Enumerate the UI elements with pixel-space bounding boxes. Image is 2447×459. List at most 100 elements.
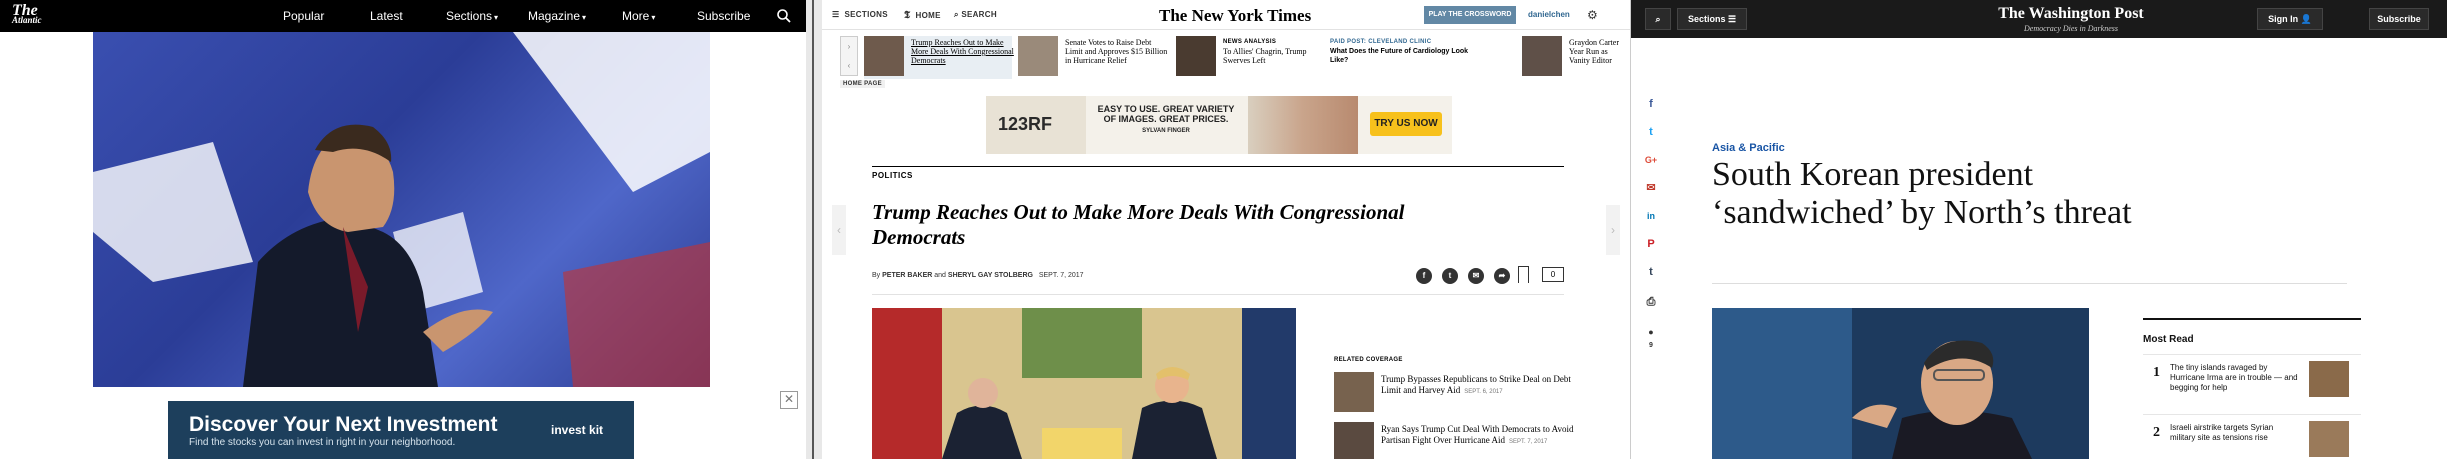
- share-icon[interactable]: ➦: [1494, 268, 1510, 284]
- bookmark-icon[interactable]: [1518, 266, 1529, 283]
- crossword-button[interactable]: PLAY THE CROSSWORD: [1424, 6, 1516, 24]
- strip-story[interactable]: Senate Votes to Raise Debt Limit and App…: [1018, 36, 1170, 79]
- most-read-thumbnail: [2309, 421, 2349, 457]
- home-button[interactable]: 𝕿 HOME: [904, 10, 941, 21]
- home-page-label[interactable]: HOME PAGE: [840, 80, 885, 88]
- byline: By PETER BAKER and SHERYL GAY STOLBERG S…: [872, 272, 1084, 279]
- related-thumbnail: [1334, 372, 1374, 412]
- related-headline: Ryan Says Trump Cut Deal With Democrats …: [1381, 424, 1574, 445]
- nav-magazine[interactable]: Magazine ▾: [528, 9, 586, 23]
- pinterest-icon[interactable]: P: [1643, 236, 1659, 252]
- strip-story[interactable]: NEWS ANALYSIS To Allies' Chagrin, Trump S…: [1176, 36, 1328, 79]
- panel-divider-line: [812, 0, 814, 459]
- ad-title: Discover Your Next Investment: [189, 413, 498, 436]
- chevron-left-icon[interactable]: ‹: [841, 56, 857, 75]
- story-strip-arrows[interactable]: › ‹: [840, 36, 858, 76]
- search-button[interactable]: ⌕ SEARCH: [954, 10, 997, 20]
- ad-subtitle: Find the stocks you can invest in right …: [189, 437, 456, 448]
- print-icon[interactable]: ⎙: [1643, 294, 1659, 310]
- story-headline: Senate Votes to Raise Debt Limit and App…: [1065, 38, 1168, 65]
- menu-icon: ☰: [1727, 14, 1737, 24]
- section-label[interactable]: POLITICS: [872, 171, 913, 180]
- search-icon: ⌕: [954, 10, 959, 19]
- story-thumbnail: [864, 36, 904, 76]
- related-item[interactable]: Ryan Says Trump Cut Deal With Democrats …: [1334, 422, 1574, 459]
- related-thumbnail: [1334, 422, 1374, 459]
- screenshot-composite: The Atlantic Popular Latest Sections ▾ Mag…: [0, 0, 2447, 459]
- twitter-icon[interactable]: t: [1442, 268, 1458, 284]
- strip-story[interactable]: PAID POST: CLEVELAND CLINIC What Does the…: [1330, 36, 1482, 79]
- story-thumbnail: [1018, 36, 1058, 76]
- gear-icon[interactable]: ⚙: [1587, 8, 1598, 22]
- chevron-left-icon[interactable]: ‹: [832, 205, 846, 255]
- rank-number: 2: [2153, 425, 2160, 440]
- ad-banner: Discover Your Next Investment Find the s…: [0, 387, 806, 459]
- story-thumbnail: [1522, 36, 1562, 76]
- strip-story[interactable]: Trump Reaches Out to Make More Deals Wit…: [864, 36, 1014, 79]
- ad-cta-button[interactable]: TRY US NOW: [1370, 112, 1442, 136]
- related-headline: Trump Bypasses Republicans to Strike Dea…: [1381, 374, 1571, 395]
- nav-subscribe[interactable]: Subscribe: [697, 9, 750, 23]
- sections-button[interactable]: Sections ☰: [1677, 8, 1747, 30]
- menu-icon: ☰: [832, 10, 840, 19]
- comments-button[interactable]: 0: [1542, 267, 1564, 282]
- article-headline: Trump Reaches Out to Make More Deals Wit…: [872, 200, 1405, 249]
- wapo-tagline: Democracy Dies in Darkness: [2024, 24, 2118, 33]
- section-kicker[interactable]: Asia & Pacific: [1712, 142, 1785, 154]
- user-icon: 👤: [2300, 14, 2312, 24]
- story-headline: Graydon Carter Year Run as Vanity Editor: [1569, 38, 1619, 65]
- home-icon: 𝕿: [904, 10, 911, 21]
- most-read-headline: The tiny islands ravaged by Hurricane Ir…: [2170, 363, 2298, 392]
- facebook-icon[interactable]: f: [1643, 96, 1659, 112]
- chevron-right-icon[interactable]: ›: [841, 37, 857, 56]
- close-icon[interactable]: ✕: [780, 391, 798, 409]
- atlantic-page: The Atlantic Popular Latest Sections ▾ Mag…: [0, 0, 806, 459]
- article-photo: [1712, 308, 2089, 459]
- article-headline: South Korean president ‘sandwiched’ by N…: [1712, 156, 2132, 231]
- search-icon[interactable]: [776, 8, 792, 24]
- nyt-ad-banner[interactable]: 123RF EASY TO USE. GREAT VARIETY OF IMAG…: [986, 96, 1452, 154]
- tumblr-icon[interactable]: t: [1643, 264, 1659, 280]
- signin-button[interactable]: Sign In 👤: [2257, 8, 2323, 30]
- headline-rule: [1712, 283, 2347, 284]
- most-read-item[interactable]: 1 The tiny islands ravaged by Hurricane …: [2143, 354, 2361, 402]
- nav-latest[interactable]: Latest: [370, 9, 403, 23]
- ad-copy: EASY TO USE. GREAT VARIETY OF IMAGES. GR…: [1097, 104, 1235, 134]
- facebook-icon[interactable]: f: [1416, 268, 1432, 284]
- chevron-right-icon[interactable]: ›: [1606, 205, 1620, 255]
- atlantic-logo[interactable]: The Atlantic: [12, 3, 42, 25]
- chevron-down-icon: ▾: [494, 13, 499, 22]
- nyt-masthead[interactable]: The New York Times: [1159, 6, 1311, 26]
- article-photo: [872, 308, 1296, 459]
- most-read-thumbnail: [2309, 361, 2349, 397]
- linkedin-icon[interactable]: in: [1643, 208, 1659, 224]
- subscribe-button[interactable]: Subscribe: [2369, 8, 2429, 30]
- ad-creative[interactable]: Discover Your Next Investment Find the s…: [168, 401, 634, 459]
- ad-brand: invest kit: [551, 423, 604, 437]
- atlantic-navbar: The Atlantic Popular Latest Sections ▾ Mag…: [0, 0, 806, 32]
- story-headline: NEWS ANALYSIS To Allies' Chagrin, Trump S…: [1223, 39, 1307, 65]
- nav-more[interactable]: More ▾: [622, 9, 655, 23]
- ad-image: [1248, 96, 1358, 154]
- google-plus-icon[interactable]: G+: [1643, 152, 1659, 168]
- wapo-logo[interactable]: The Washington Post: [1971, 5, 2171, 23]
- sections-button[interactable]: ☰ SECTIONS: [832, 10, 888, 19]
- story-headline: Trump Reaches Out to Make More Deals Wit…: [911, 38, 1014, 65]
- search-icon[interactable]: ⌕: [1645, 8, 1671, 30]
- strip-story[interactable]: Graydon Carter Year Run as Vanity Editor: [1522, 36, 1630, 79]
- hero-photo: [93, 32, 710, 387]
- story-headline: PAID POST: CLEVELAND CLINIC What Does the…: [1330, 39, 1469, 64]
- most-read-item[interactable]: 2 Israeli airstrike targets Syrian milit…: [2143, 414, 2361, 459]
- email-icon[interactable]: ✉: [1643, 180, 1659, 196]
- nyt-page: ☰ SECTIONS 𝕿 HOME ⌕ SEARCH The New York …: [822, 0, 1630, 459]
- nav-popular[interactable]: Popular: [283, 9, 324, 23]
- byline-rule: [872, 294, 1564, 295]
- user-menu[interactable]: danielchen: [1528, 10, 1570, 19]
- email-icon[interactable]: ✉: [1468, 268, 1484, 284]
- rank-number: 1: [2153, 365, 2160, 380]
- twitter-icon[interactable]: t: [1643, 124, 1659, 140]
- nav-sections[interactable]: Sections ▾: [446, 9, 498, 23]
- share-rail: f t G+ ✉ in P t ⎙ ● 9: [1631, 88, 1671, 388]
- related-item[interactable]: Trump Bypasses Republicans to Strike Dea…: [1334, 372, 1574, 412]
- story-thumbnail: [1176, 36, 1216, 76]
